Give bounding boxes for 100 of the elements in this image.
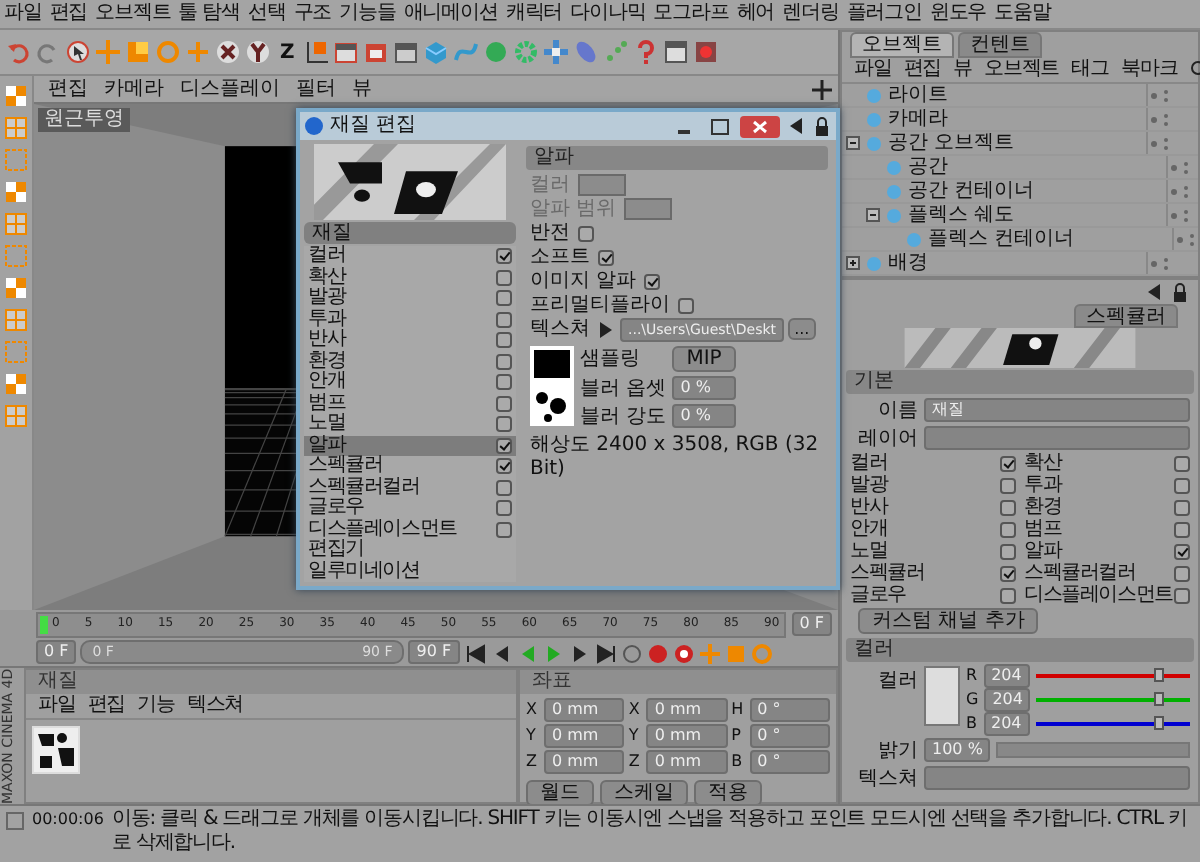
menu-item[interactable]: 윈도우 <box>925 2 991 26</box>
checker-icon[interactable] <box>4 276 28 300</box>
dotted-square-icon[interactable] <box>4 148 28 172</box>
menu-item[interactable]: 텍스쳐 <box>182 694 248 718</box>
checkbox[interactable] <box>1174 543 1190 559</box>
menu-item[interactable]: 다이나믹 <box>566 2 650 26</box>
navigation-icon[interactable] <box>812 79 832 99</box>
menu-item[interactable]: 파일 <box>34 694 80 718</box>
play-icon[interactable] <box>594 318 616 340</box>
maximize-icon[interactable] <box>706 115 734 137</box>
menu-item[interactable]: 뷰 <box>949 58 977 82</box>
slider-thumb[interactable] <box>1153 692 1164 706</box>
checkbox[interactable] <box>644 273 661 289</box>
object-name[interactable]: 공간 <box>908 156 948 178</box>
window-icon[interactable] <box>664 40 689 64</box>
slider-thumb[interactable] <box>1153 716 1164 730</box>
checkbox[interactable] <box>678 297 694 313</box>
checkbox[interactable] <box>1174 477 1190 493</box>
checkbox[interactable] <box>1000 565 1016 581</box>
checkbox[interactable] <box>1174 587 1190 603</box>
menu-item[interactable]: 선택 <box>244 2 290 26</box>
sampling-dropdown[interactable]: MIP <box>672 346 736 372</box>
deformer-icon[interactable] <box>544 40 569 64</box>
visibility-dots-icon[interactable] <box>1168 181 1192 201</box>
add-channel-button[interactable]: 커스텀 채널 추가 <box>858 608 1039 634</box>
checkbox[interactable] <box>578 225 594 241</box>
coordinate-icon[interactable] <box>304 40 329 64</box>
visibility-dots-icon[interactable] <box>1168 157 1192 177</box>
skip-start-icon[interactable] <box>463 641 486 663</box>
visibility-dots-icon[interactable] <box>1168 205 1192 225</box>
object-name[interactable]: 라이트 <box>888 84 948 106</box>
checkbox[interactable] <box>496 416 512 433</box>
menu-item[interactable]: 편집 <box>899 58 946 82</box>
cursor-icon[interactable] <box>66 40 90 64</box>
checkbox[interactable] <box>496 521 512 538</box>
record-icon[interactable] <box>671 641 694 663</box>
slider-thumb[interactable] <box>1153 668 1164 682</box>
size-mode-dropdown[interactable]: 스케일 <box>600 780 688 806</box>
channel-item[interactable]: 글로우 <box>304 498 516 519</box>
dotted-square-icon[interactable] <box>4 340 28 364</box>
checkbox[interactable] <box>496 269 512 286</box>
checkbox[interactable] <box>598 249 614 265</box>
channel-item[interactable]: 반사 <box>304 330 516 351</box>
capsule-icon[interactable] <box>574 40 599 64</box>
menu-item[interactable]: 파일 <box>0 2 46 26</box>
x-axis-icon[interactable] <box>216 40 240 64</box>
checkbox[interactable] <box>496 248 512 265</box>
object-name[interactable]: 카메라 <box>888 108 948 130</box>
y-axis-icon[interactable] <box>246 40 270 64</box>
checkbox[interactable] <box>496 290 512 307</box>
material-thumbnail[interactable] <box>32 726 80 774</box>
visibility-dots-icon[interactable] <box>1148 85 1172 105</box>
link-field[interactable] <box>624 198 673 220</box>
checkbox[interactable] <box>496 353 512 370</box>
lock-icon[interactable] <box>812 116 832 136</box>
tab[interactable]: 컨텐트 <box>958 32 1042 58</box>
menu-item[interactable]: 북마크 <box>1116 58 1182 82</box>
menu-item[interactable]: 기능들 <box>335 2 400 26</box>
checkbox[interactable] <box>496 458 512 475</box>
checkbox[interactable] <box>496 479 512 496</box>
slider-track[interactable] <box>996 742 1190 758</box>
menu-item[interactable]: 기능 <box>133 694 179 718</box>
channel-item[interactable]: 안개 <box>304 372 516 393</box>
layer-field[interactable] <box>924 426 1190 450</box>
menu-item[interactable]: 모그라프 <box>649 2 733 26</box>
channel-item[interactable]: 확산 <box>304 267 516 288</box>
menu-item[interactable]: 플러그인 <box>842 2 926 26</box>
checkbox[interactable] <box>496 332 512 349</box>
menu-item[interactable]: 파일 <box>850 58 896 82</box>
z-axis-button[interactable]: Z <box>276 41 299 63</box>
material-name-field[interactable]: 재질 <box>304 222 516 244</box>
expander[interactable] <box>846 256 860 270</box>
channel-item[interactable]: 스펙큘러컬러 <box>304 477 516 498</box>
menu-item[interactable]: 카메라 <box>96 77 172 101</box>
playhead-marker[interactable] <box>40 615 48 633</box>
menu-item[interactable]: 오브젝트 <box>91 2 175 26</box>
checkbox[interactable] <box>1174 521 1190 537</box>
close-icon[interactable] <box>740 115 780 137</box>
channel-item[interactable]: 스펙큘러 <box>304 456 516 477</box>
menu-item[interactable]: 애니메이션 <box>399 2 502 26</box>
channel-item[interactable]: 노멀 <box>304 414 516 435</box>
coordinate-mode-dropdown[interactable]: 월드 <box>526 780 594 806</box>
checkbox[interactable] <box>1174 565 1190 581</box>
checkbox[interactable] <box>1000 543 1016 559</box>
color-swatch[interactable] <box>924 666 960 726</box>
menu-item[interactable]: 오브젝트 <box>980 58 1064 82</box>
arrow-left-icon[interactable] <box>786 116 806 136</box>
tab[interactable]: 스펙큘러 <box>1074 304 1178 328</box>
checkbox[interactable] <box>496 395 512 412</box>
undo-icon[interactable] <box>6 40 30 64</box>
channel-item[interactable]: 알파 <box>304 435 516 456</box>
visibility-dots-icon[interactable] <box>1148 133 1172 153</box>
menu-item[interactable]: 편집 <box>83 694 130 718</box>
menu-item[interactable]: 렌더링 <box>778 2 843 26</box>
arrow-left-icon[interactable] <box>1144 282 1164 302</box>
dotted-square-icon[interactable] <box>4 244 28 268</box>
menu-item[interactable]: 편집 <box>40 77 96 101</box>
channel-item[interactable]: 환경 <box>304 351 516 372</box>
menu-item[interactable]: 헤어 <box>732 2 779 26</box>
object-name[interactable]: 배경 <box>888 252 928 274</box>
